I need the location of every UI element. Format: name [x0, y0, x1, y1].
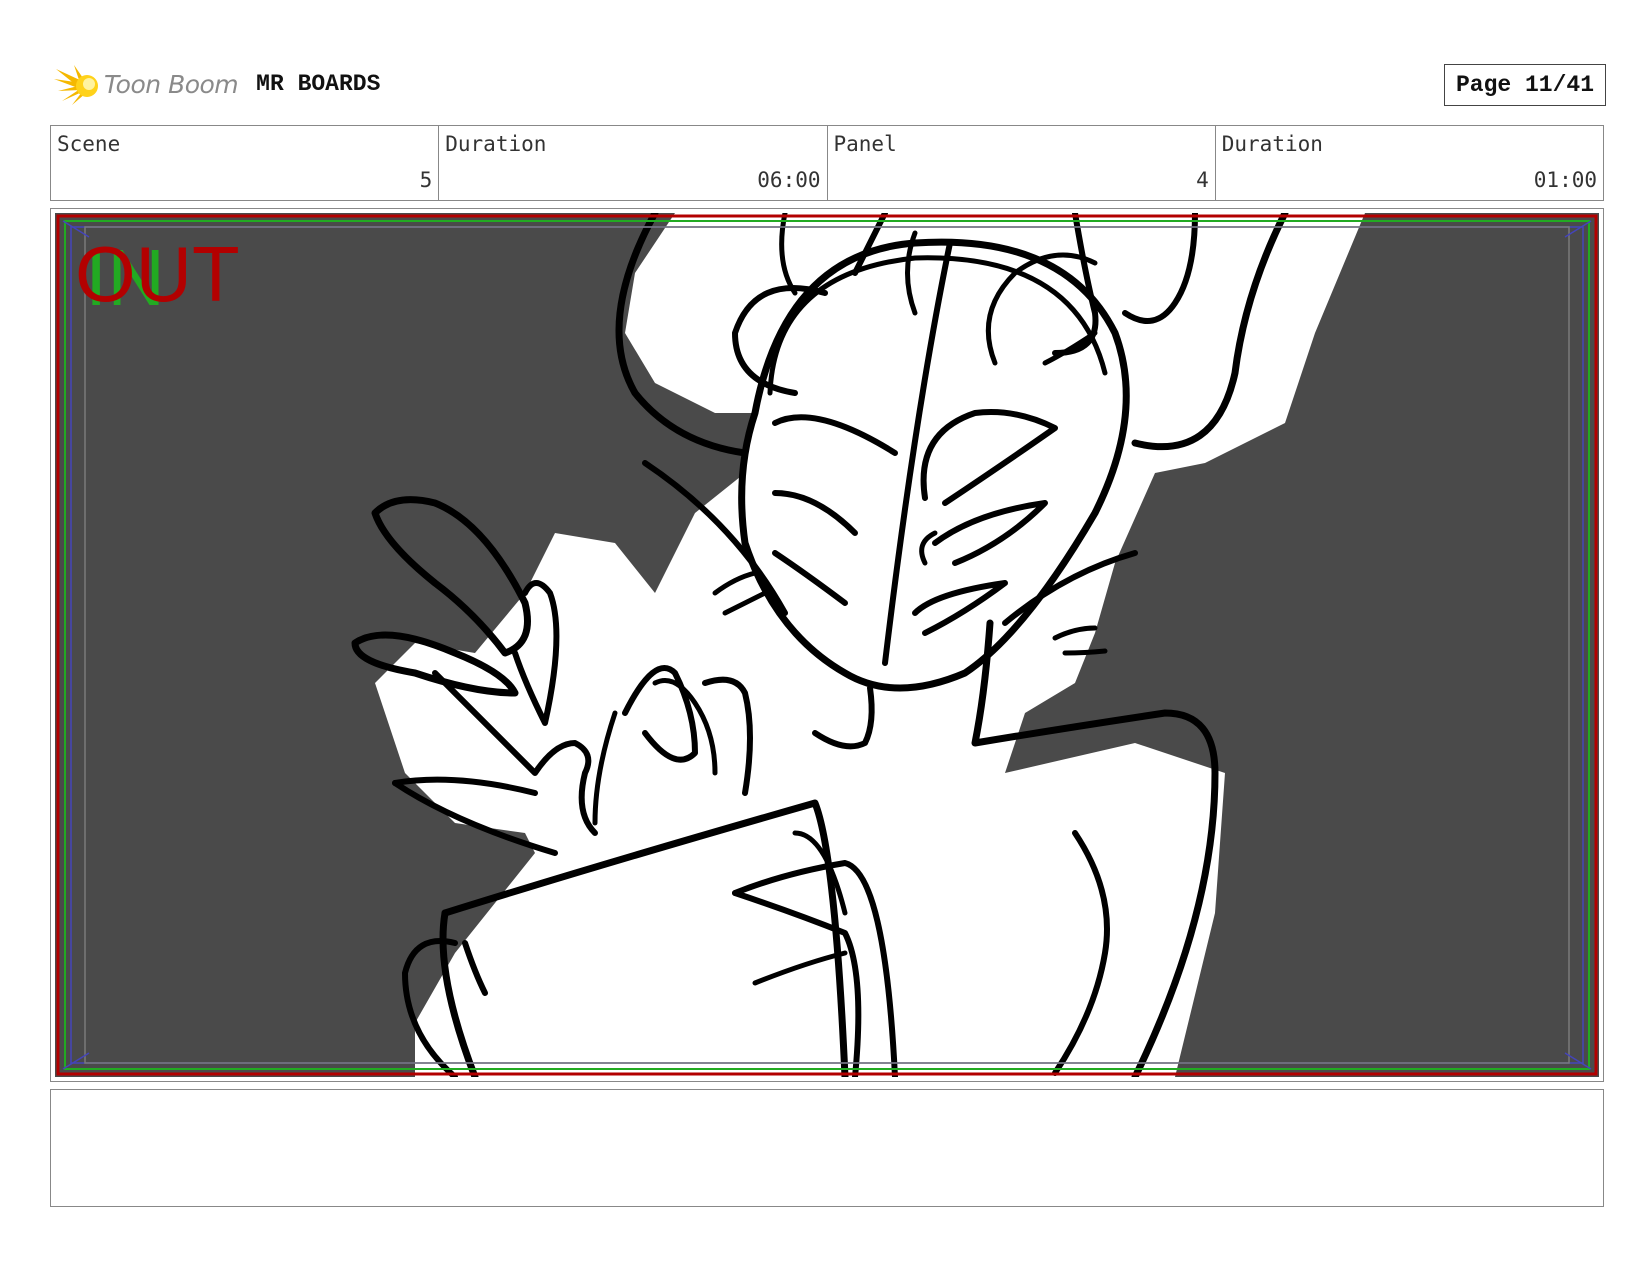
- panel-duration-value: 01:00: [1533, 168, 1597, 192]
- scene-duration-value: 06:00: [757, 168, 821, 192]
- panel-duration-label: Duration: [1221, 132, 1323, 156]
- panel-cell: Panel 4: [828, 126, 1216, 200]
- storyboard-panel: IN OUT: [50, 208, 1604, 1082]
- brand-name: Toon Boom: [104, 69, 239, 99]
- transition-out-label: OUT: [75, 230, 240, 318]
- project-title: MR BOARDS: [256, 71, 381, 97]
- scene-cell: Scene 5: [51, 126, 440, 200]
- header: Toon Boom MR BOARDS: [52, 58, 380, 110]
- panel-duration-cell: Duration 01:00: [1216, 126, 1603, 200]
- scene-value: 5: [419, 168, 433, 192]
- panel-drawing: IN OUT: [55, 213, 1599, 1077]
- toon-boom-logo-icon: [54, 65, 98, 105]
- scene-duration-cell: Duration 06:00: [439, 126, 828, 200]
- panel-label: Panel: [833, 132, 897, 156]
- page-indicator: Page 11/41: [1444, 64, 1606, 106]
- scene-duration-label: Duration: [445, 132, 547, 156]
- panel-notes: [50, 1089, 1604, 1207]
- scene-label: Scene: [57, 132, 121, 156]
- panel-info-table: Scene 5 Duration 06:00 Panel 4 Duration …: [50, 125, 1604, 201]
- panel-value: 4: [1196, 168, 1209, 192]
